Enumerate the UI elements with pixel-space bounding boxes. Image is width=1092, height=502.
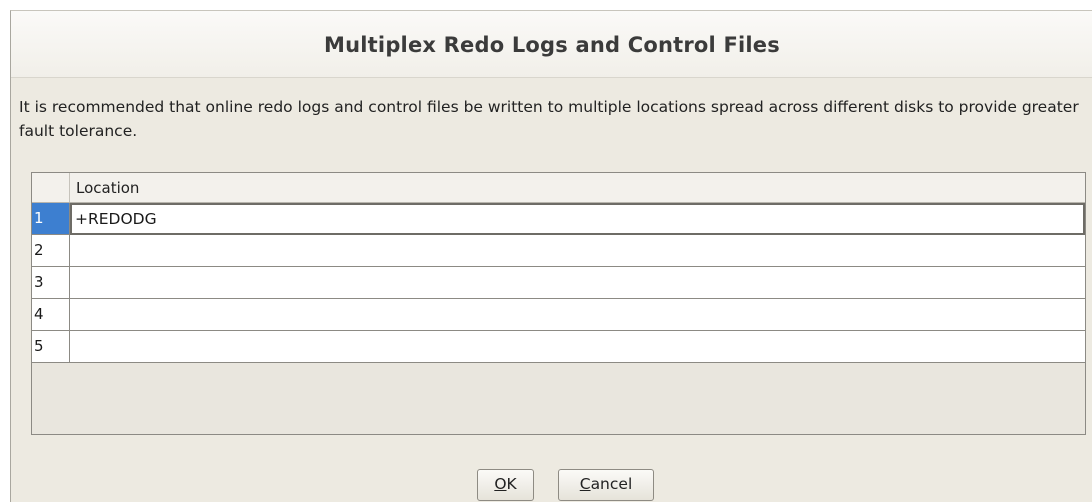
row-header-corner bbox=[32, 173, 70, 202]
location-cell[interactable]: +REDODG bbox=[70, 203, 1085, 235]
location-cell[interactable] bbox=[70, 331, 1085, 363]
table-row[interactable]: 5 bbox=[32, 331, 1085, 363]
ok-button[interactable]: OK bbox=[477, 469, 534, 501]
location-cell[interactable] bbox=[70, 267, 1085, 299]
row-number[interactable]: 4 bbox=[32, 299, 70, 331]
table-row[interactable]: 2 bbox=[32, 235, 1085, 267]
column-header-location[interactable]: Location bbox=[76, 179, 139, 197]
location-cell[interactable] bbox=[70, 299, 1085, 331]
row-number[interactable]: 3 bbox=[32, 267, 70, 299]
location-cell[interactable] bbox=[70, 235, 1085, 267]
row-number[interactable]: 5 bbox=[32, 331, 70, 363]
table-row[interactable]: 3 bbox=[32, 267, 1085, 299]
dialog-description: It is recommended that online redo logs … bbox=[19, 98, 1079, 140]
cancel-button[interactable]: Cancel bbox=[558, 469, 654, 501]
row-number[interactable]: 1 bbox=[32, 203, 70, 235]
cancel-mnemonic: C bbox=[579, 475, 591, 493]
table-row[interactable]: 1 +REDODG bbox=[32, 203, 1085, 235]
dialog-title: Multiplex Redo Logs and Control Files bbox=[324, 33, 780, 57]
multiplex-dialog: Multiplex Redo Logs and Control Files It… bbox=[10, 10, 1092, 502]
ok-mnemonic: O bbox=[494, 475, 507, 493]
dialog-header: Multiplex Redo Logs and Control Files bbox=[11, 11, 1092, 78]
table-row[interactable]: 4 bbox=[32, 299, 1085, 331]
ok-label: K bbox=[506, 475, 517, 493]
locations-table: Location 1 +REDODG 2 3 4 5 bbox=[31, 172, 1086, 435]
row-number[interactable]: 2 bbox=[32, 235, 70, 267]
cancel-label: ancel bbox=[590, 475, 633, 493]
table-header: Location bbox=[32, 173, 1085, 203]
